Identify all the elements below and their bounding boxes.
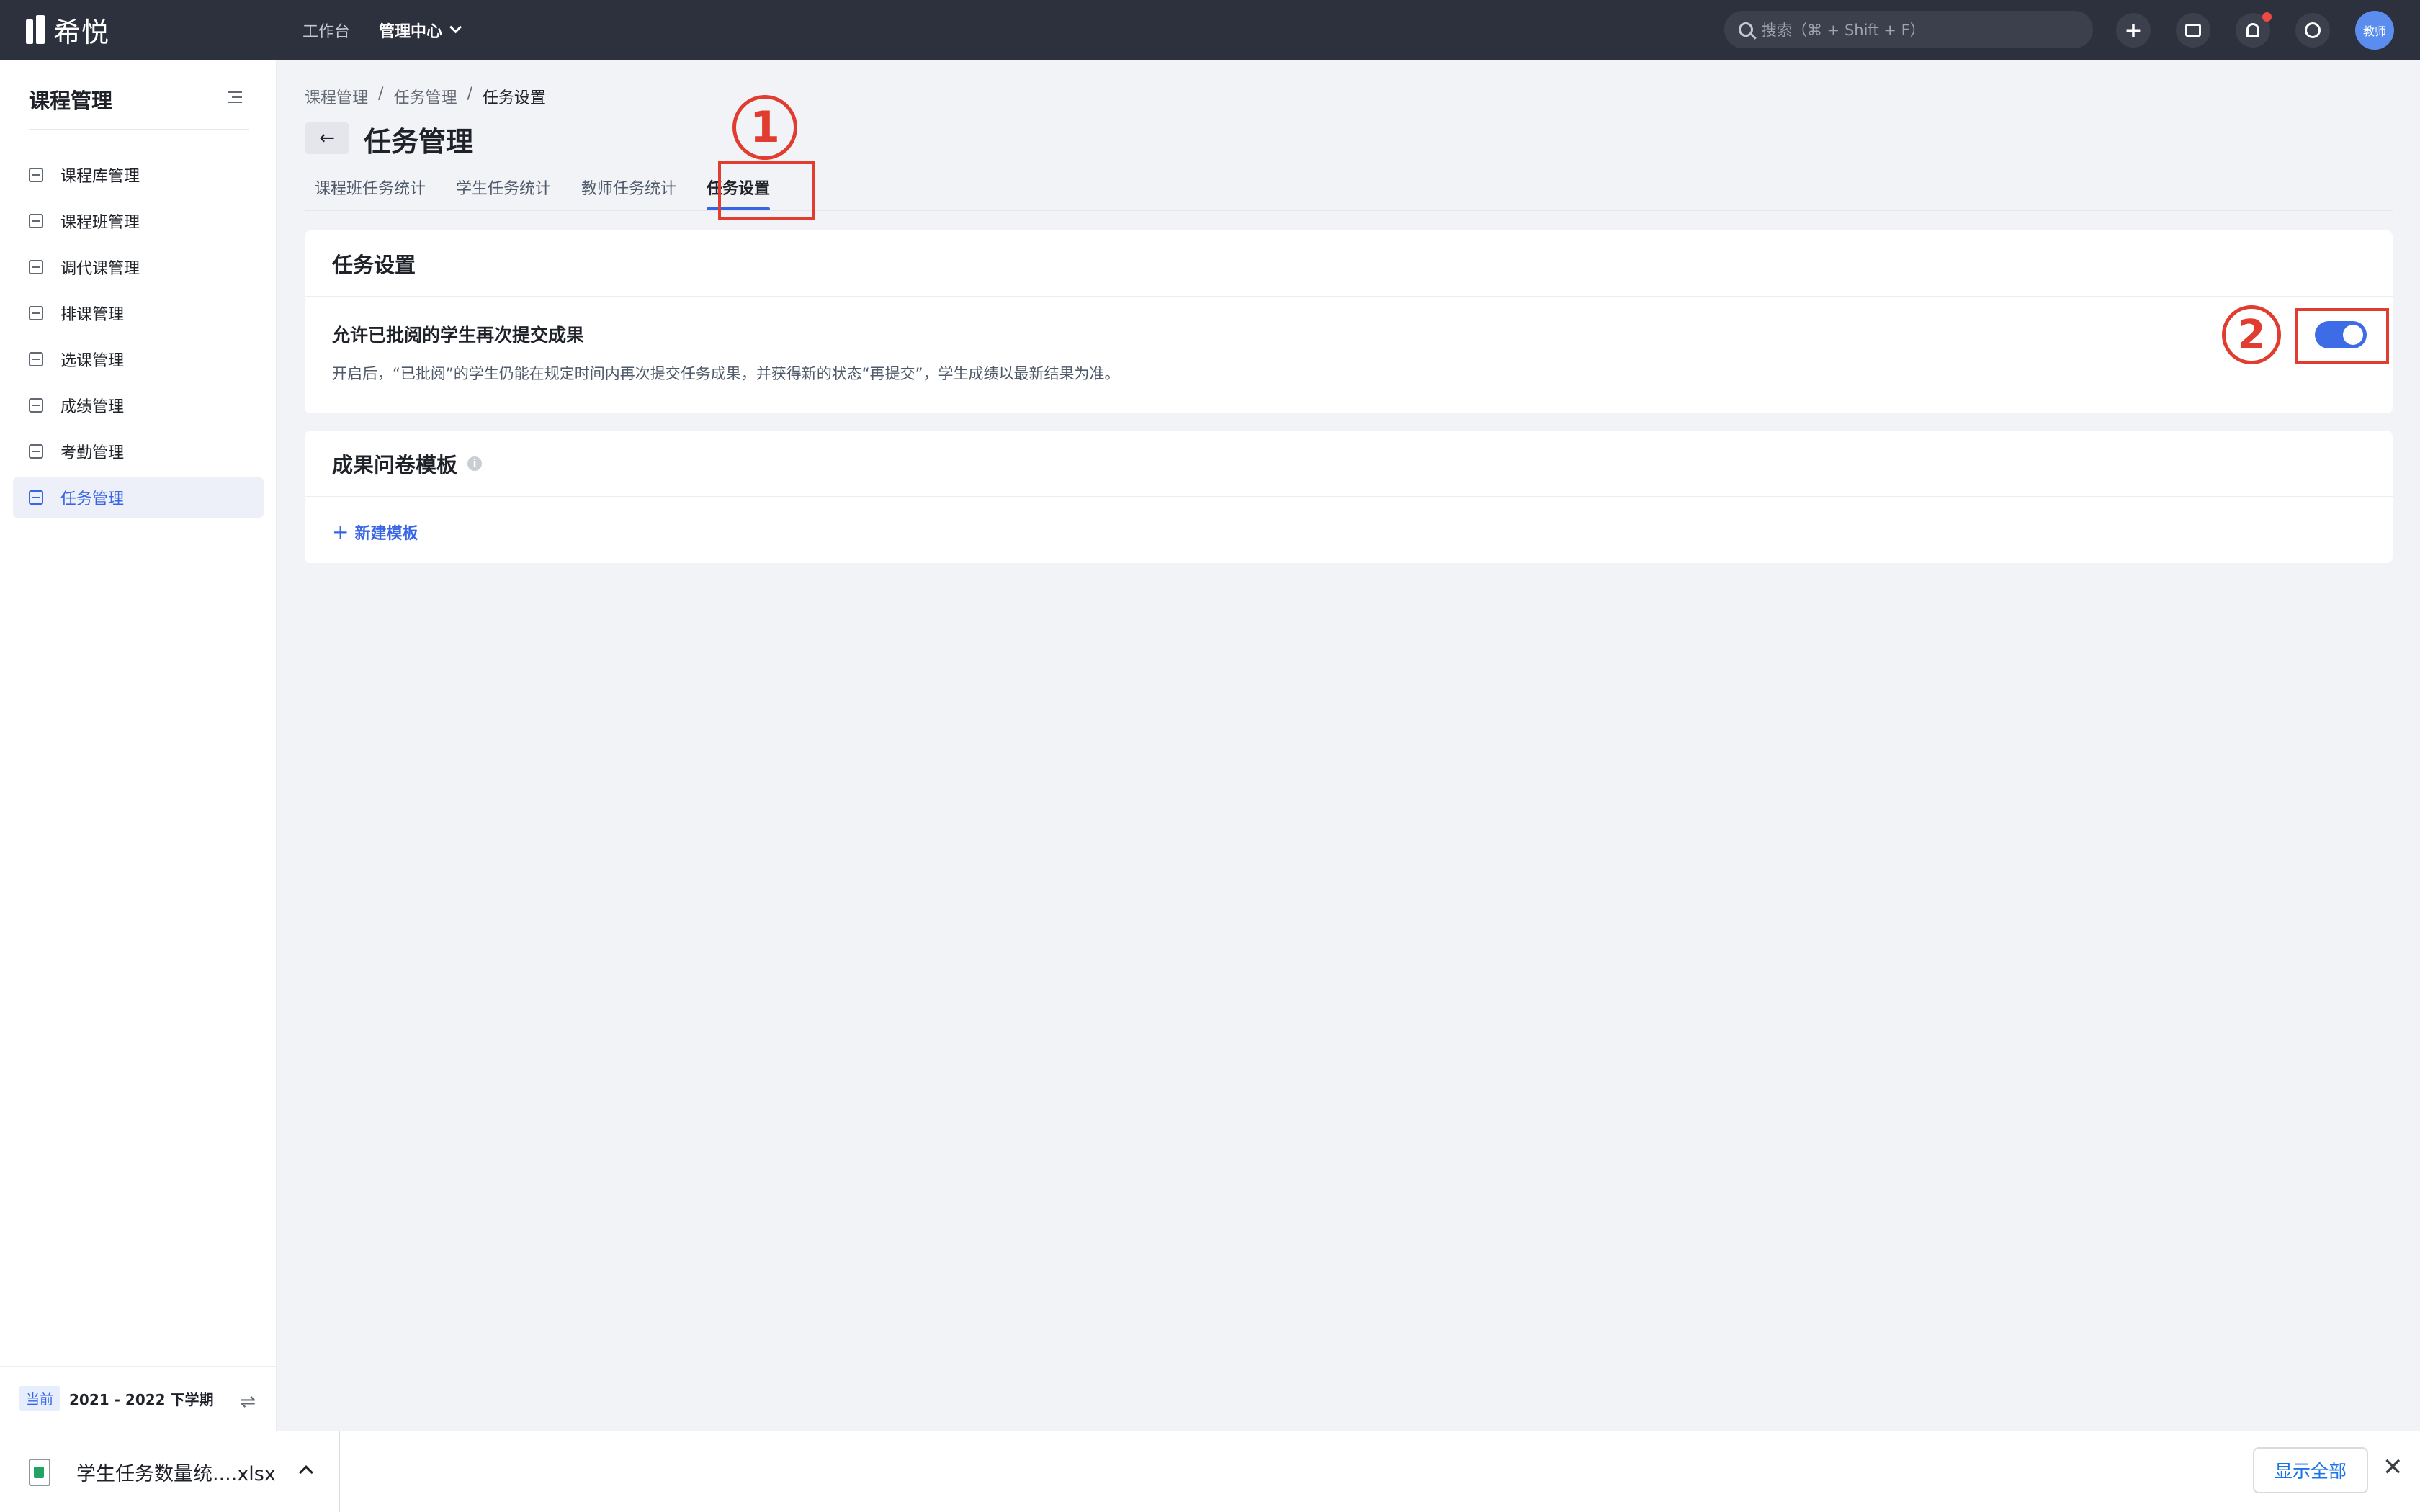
search-input[interactable]: 搜索（⌘ + Shift + F） [1724, 11, 2093, 48]
switch-icon[interactable]: ⇌ [240, 1391, 256, 1413]
breadcrumb: 课程管理 / 任务管理 / 任务设置 [305, 85, 546, 108]
annotation-box-2 [2295, 308, 2389, 364]
breadcrumb-course-mgmt[interactable]: 课程管理 [305, 85, 368, 108]
sidebar-item-label: 调代课管理 [60, 260, 140, 278]
sidebar-item-course-class[interactable]: 课程班管理 [13, 201, 264, 241]
new-template-button[interactable]: + 新建模板 [332, 520, 418, 544]
template-heading-row: 成果问卷模板 i [305, 431, 2393, 497]
questionnaire-template-card: 成果问卷模板 i + 新建模板 [305, 431, 2393, 563]
sidebar-item-label: 任务管理 [60, 490, 125, 508]
plus-icon: + [2124, 17, 2143, 43]
page-title: 任务管理 [364, 126, 474, 158]
avatar[interactable]: 教师 [2355, 11, 2394, 50]
search-icon [1739, 22, 1753, 37]
info-icon[interactable]: i [467, 456, 483, 471]
annotation-number-2: 2 [2222, 305, 2281, 364]
plus-icon: + [332, 520, 349, 544]
compass-button[interactable] [2295, 13, 2330, 48]
tab-underline-divider [305, 210, 2393, 211]
app-logo[interactable]: 希悦 [26, 13, 109, 48]
chat-icon [2185, 24, 2201, 37]
logo-mark-icon [26, 15, 45, 44]
show-all-button[interactable]: 显示全部 [2253, 1447, 2368, 1493]
close-icon[interactable]: ✕ [2383, 1453, 2403, 1482]
breadcrumb-separator: / [378, 85, 384, 103]
spreadsheet-file-icon [29, 1458, 50, 1486]
download-item[interactable]: 学生任务数量统....xlsx [0, 1431, 340, 1512]
sidebar: 课程管理 课程库管理 课程班管理 调代课管理 排课管理 选课管理 成绩管理 考勤… [0, 60, 277, 1431]
schedule-icon [29, 306, 43, 320]
download-bar: 学生任务数量统....xlsx 显示全部 ✕ [0, 1431, 2420, 1512]
tab-class-task-stats[interactable]: 课程班任务统计 [305, 163, 436, 212]
breadcrumb-current: 任务设置 [482, 89, 546, 107]
template-heading: 成果问卷模板 [332, 452, 458, 477]
top-bar: 希悦 工作台 管理中心 搜索（⌘ + Shift + F） + 教师 [0, 0, 2420, 60]
nav-workbench[interactable]: 工作台 [302, 0, 350, 60]
back-button[interactable]: ← [305, 122, 349, 154]
current-term-badge: 当前 [19, 1386, 61, 1411]
breadcrumb-task-mgmt[interactable]: 任务管理 [393, 85, 457, 108]
download-file-name: 学生任务数量统....xlsx [76, 1463, 276, 1485]
messages-button[interactable] [2176, 13, 2210, 48]
bell-icon [2246, 23, 2259, 37]
sidebar-menu: 课程库管理 课程班管理 调代课管理 排课管理 选课管理 成绩管理 考勤管理 任务… [13, 155, 264, 523]
nav-admin-label: 管理中心 [379, 22, 443, 41]
current-term-label: 2021 - 2022 下学期 [69, 1391, 214, 1408]
tab-teacher-task-stats[interactable]: 教师任务统计 [571, 163, 686, 212]
grade-icon [29, 398, 43, 413]
resubmit-setting-description: 开启后，“已批阅”的学生仍能在规定时间内再次提交任务成果，并获得新的状态“再提交… [332, 365, 1120, 382]
logo-text: 希悦 [53, 16, 110, 48]
task-settings-heading: 任务设置 [305, 230, 2393, 297]
sidebar-item-label: 课程班管理 [60, 214, 140, 232]
notification-dot [2262, 12, 2272, 22]
sidebar-item-label: 课程库管理 [60, 168, 140, 186]
sidebar-item-substitution[interactable]: 调代课管理 [13, 247, 264, 287]
create-button[interactable]: + [2116, 13, 2151, 48]
calendar-icon [29, 444, 43, 459]
sidebar-item-label: 考勤管理 [60, 444, 125, 462]
swap-icon [29, 260, 43, 274]
collapse-sidebar-icon[interactable] [228, 91, 242, 103]
term-switcher[interactable]: 当前 2021 - 2022 下学期 ⇌ [0, 1366, 276, 1431]
class-icon [29, 214, 43, 228]
sidebar-item-course-selection[interactable]: 选课管理 [13, 339, 264, 379]
list-icon [29, 168, 43, 182]
search-placeholder: 搜索（⌘ + Shift + F） [1762, 22, 1925, 39]
sidebar-item-label: 选课管理 [60, 352, 125, 370]
sidebar-item-grades[interactable]: 成绩管理 [13, 385, 264, 426]
sidebar-item-tasks[interactable]: 任务管理 [13, 477, 264, 518]
chevron-up-icon[interactable] [299, 1465, 313, 1480]
sidebar-divider [29, 129, 249, 130]
sidebar-item-course-library[interactable]: 课程库管理 [13, 155, 264, 195]
task-settings-card: 任务设置 允许已批阅的学生再次提交成果 开启后，“已批阅”的学生仍能在规定时间内… [305, 230, 2393, 413]
resubmit-setting-title: 允许已批阅的学生再次提交成果 [332, 325, 585, 346]
annotation-number-1: 1 [732, 95, 797, 160]
checkbox-icon [29, 352, 43, 366]
sidebar-item-label: 排课管理 [60, 306, 125, 324]
nav-admin-center[interactable]: 管理中心 [379, 0, 462, 60]
tab-student-task-stats[interactable]: 学生任务统计 [446, 163, 561, 212]
new-template-label: 新建模板 [354, 524, 418, 543]
task-list-icon [29, 490, 43, 505]
sidebar-item-attendance[interactable]: 考勤管理 [13, 431, 264, 472]
arrow-left-icon: ← [319, 127, 335, 149]
sidebar-title: 课程管理 [29, 89, 113, 113]
sidebar-item-scheduling[interactable]: 排课管理 [13, 293, 264, 333]
compass-icon [2305, 22, 2321, 38]
chevron-down-icon [449, 20, 462, 33]
breadcrumb-separator: / [467, 85, 472, 103]
annotation-box-1 [718, 161, 815, 220]
sidebar-item-label: 成绩管理 [60, 398, 125, 416]
tab-bar: 课程班任务统计 学生任务统计 教师任务统计 任务设置 [305, 163, 790, 212]
